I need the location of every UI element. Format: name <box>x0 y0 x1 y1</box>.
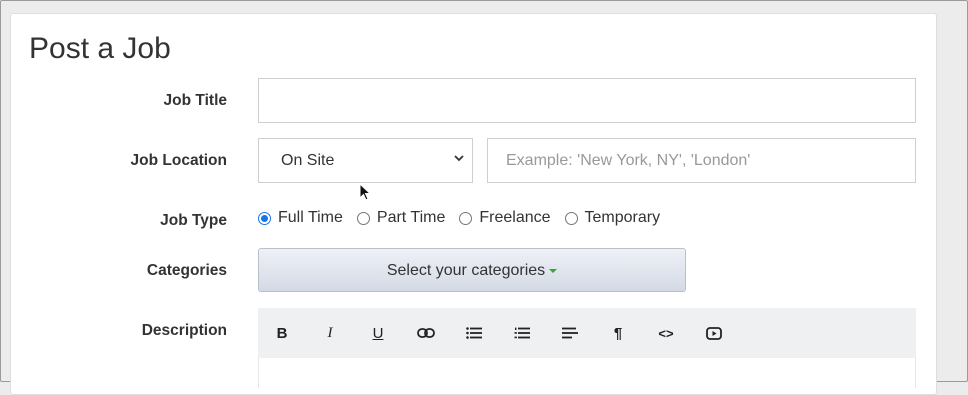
radio-option-temporary[interactable]: Temporary <box>564 209 661 227</box>
caret-down-icon <box>549 268 558 273</box>
bulleted-list-glyph <box>466 327 482 339</box>
location-type-select[interactable]: On Site <box>258 138 473 183</box>
italic-icon[interactable]: I <box>318 322 342 344</box>
page-title: Post a Job <box>29 32 171 65</box>
video-icon[interactable] <box>702 322 726 344</box>
radio-label-freelance: Freelance <box>479 209 551 226</box>
job-title-label: Job Title <box>163 92 227 109</box>
description-label: Description <box>141 322 227 339</box>
align-left-glyph <box>562 327 578 339</box>
radio-label-full-time: Full Time <box>278 209 343 226</box>
radio-full-time[interactable] <box>258 211 271 225</box>
numbered-list-glyph <box>514 327 530 339</box>
radio-option-freelance[interactable]: Freelance <box>459 209 551 227</box>
bold-icon[interactable]: B <box>270 322 294 344</box>
mouse-cursor-icon <box>359 183 372 201</box>
link-glyph <box>417 328 435 338</box>
underline-icon[interactable]: U <box>366 322 390 344</box>
job-location-label: Job Location <box>130 152 227 169</box>
chevron-down-icon <box>454 155 464 162</box>
location-type-value: On Site <box>281 152 335 169</box>
editor-toolbar: B I U ¶ <> <box>258 308 916 358</box>
radio-freelance[interactable] <box>459 211 473 225</box>
radio-option-part-time[interactable]: Part Time <box>356 209 446 227</box>
job-title-input[interactable] <box>258 78 916 123</box>
bulleted-list-icon[interactable] <box>462 322 486 344</box>
description-editor[interactable] <box>258 358 916 388</box>
location-input[interactable] <box>487 138 916 183</box>
job-type-radio-group: Full Time Part Time Freelance Temporary <box>258 209 674 227</box>
radio-label-part-time: Part Time <box>376 209 446 226</box>
select-categories-label: Select your categories <box>386 262 546 279</box>
paragraph-icon[interactable]: ¶ <box>606 322 630 344</box>
code-icon[interactable]: <> <box>654 322 678 344</box>
video-glyph <box>706 326 722 340</box>
link-icon[interactable] <box>414 322 438 344</box>
align-left-icon[interactable] <box>558 322 582 344</box>
categories-label: Categories <box>146 262 227 279</box>
radio-temporary[interactable] <box>564 211 578 225</box>
radio-part-time[interactable] <box>356 211 370 225</box>
numbered-list-icon[interactable] <box>510 322 534 344</box>
radio-option-full-time[interactable]: Full Time <box>258 209 343 227</box>
radio-label-temporary: Temporary <box>584 209 661 226</box>
job-type-label: Job Type <box>160 212 227 229</box>
select-categories-button[interactable]: Select your categories <box>258 248 686 292</box>
